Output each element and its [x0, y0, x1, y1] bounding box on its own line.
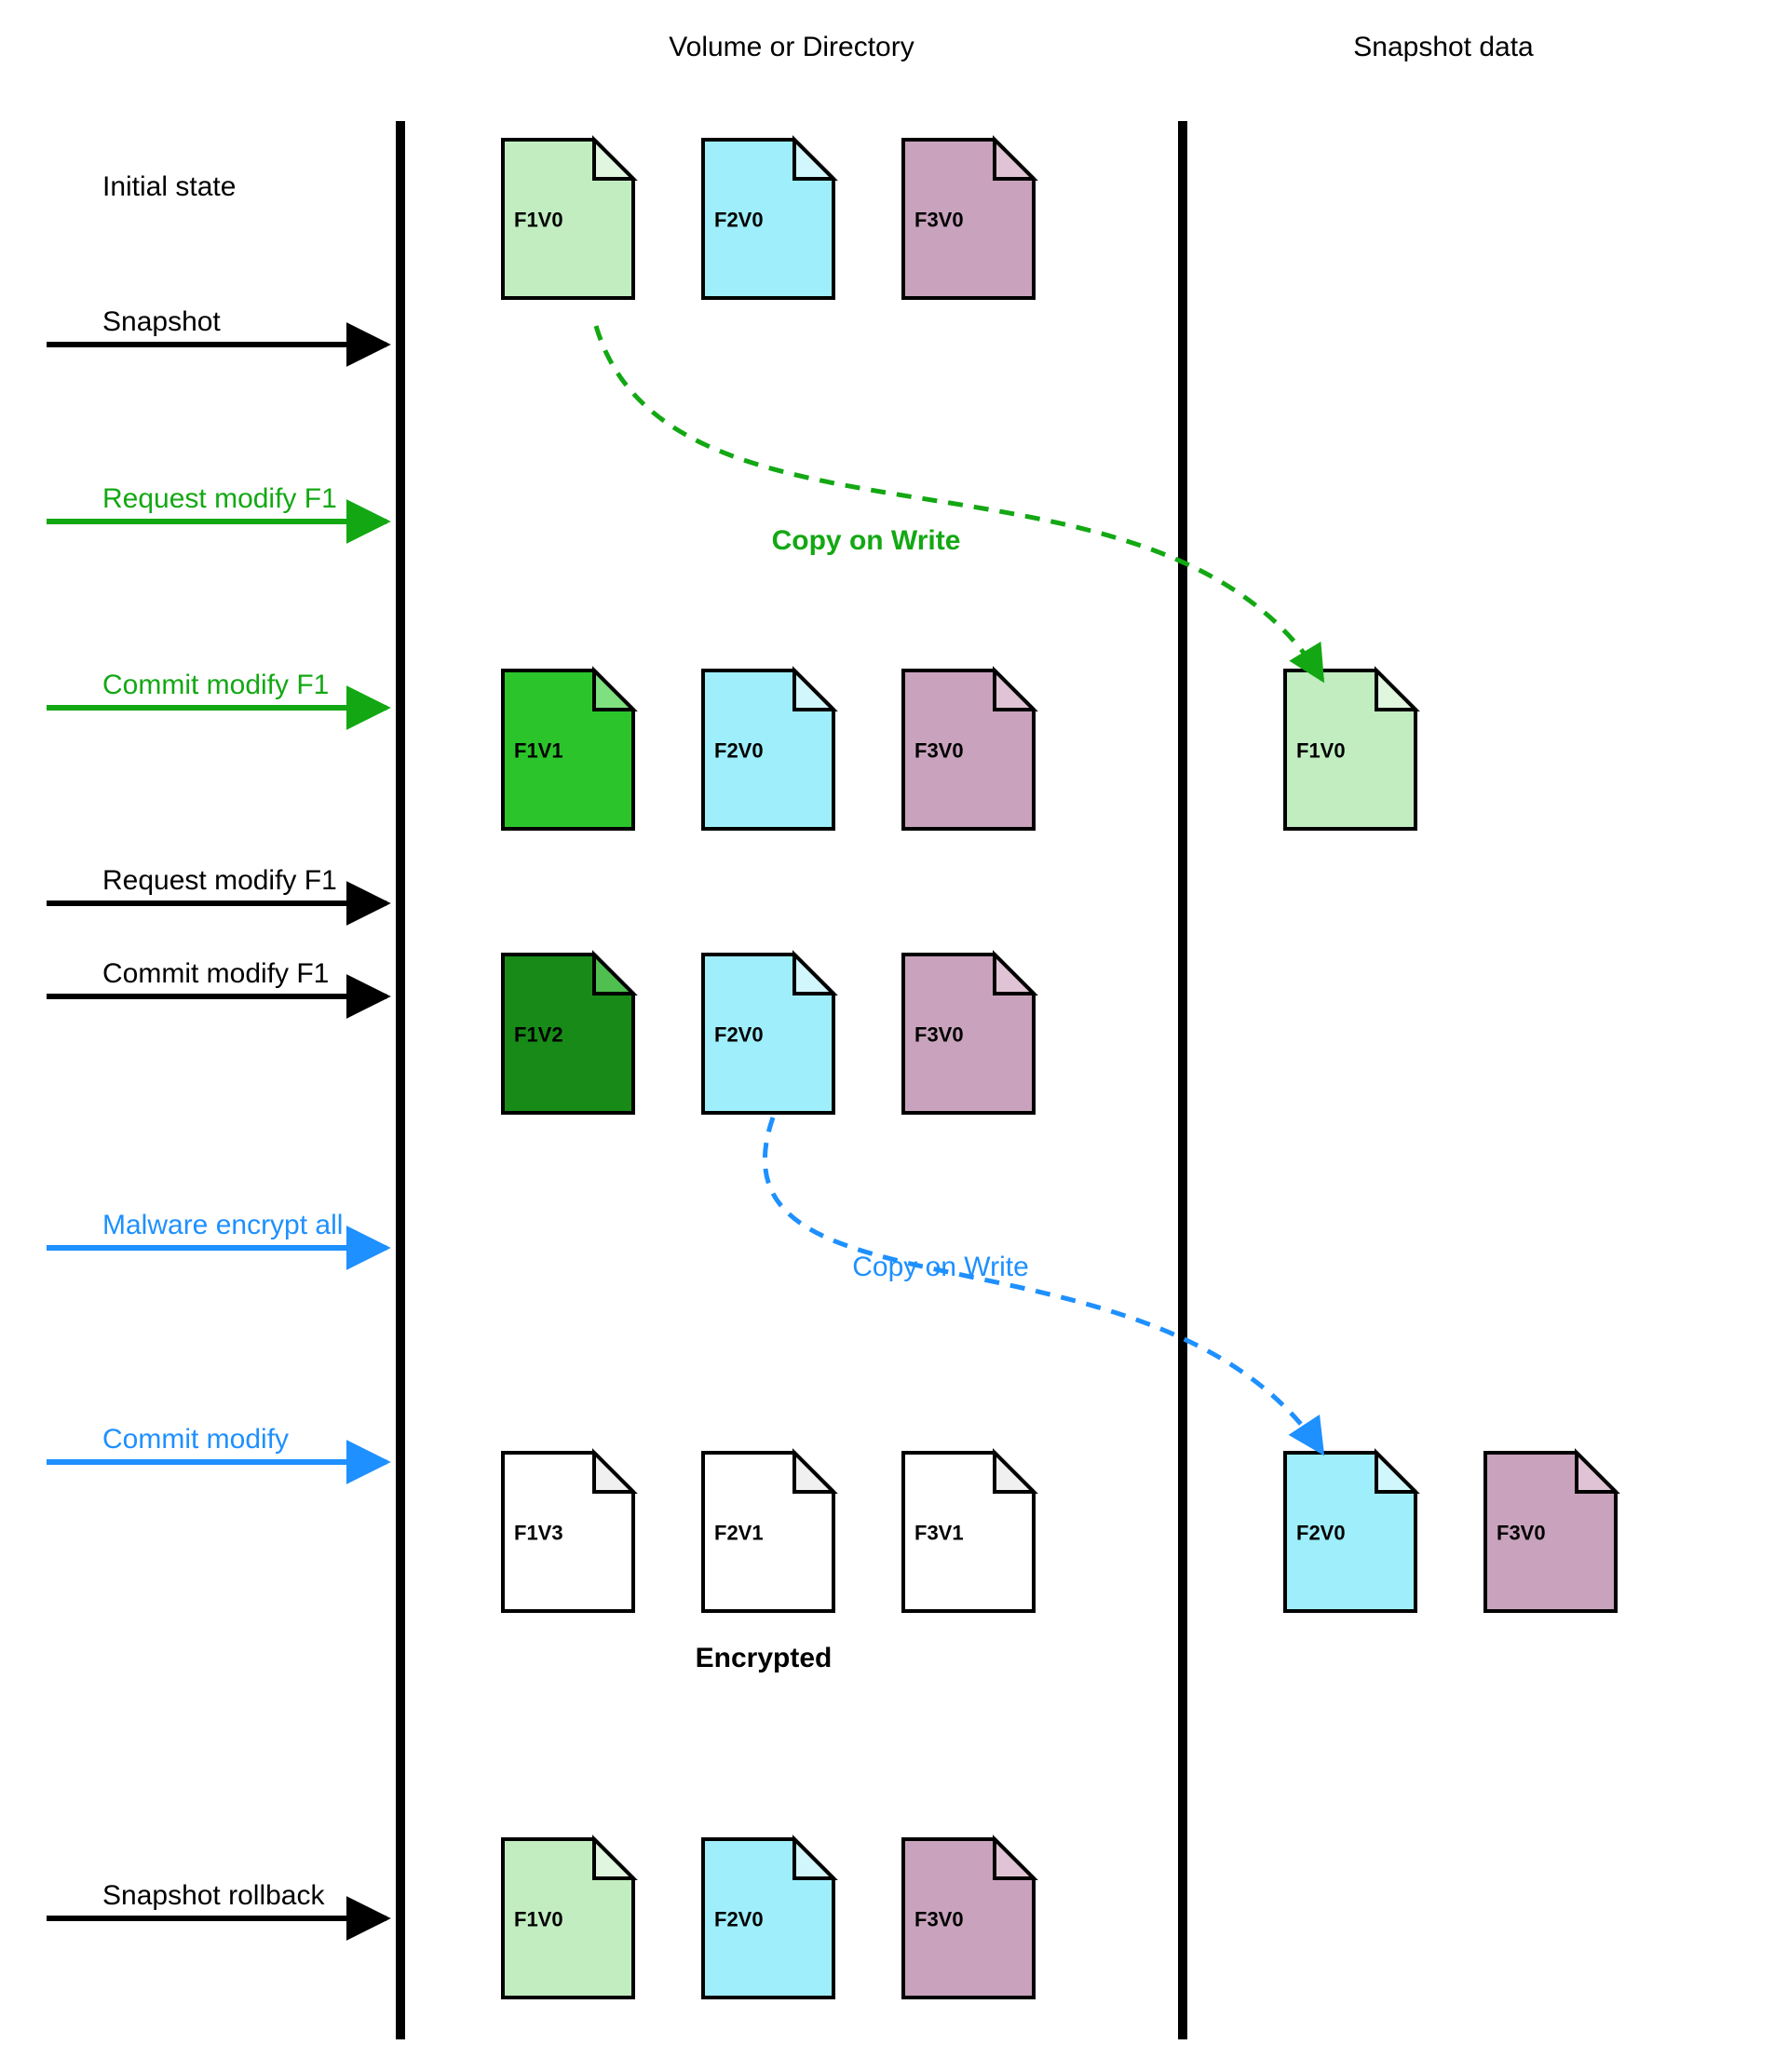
- cow-arrow-blue: [765, 1117, 1322, 1453]
- file-label: F2V0: [714, 209, 764, 232]
- event-snapshot: Snapshot: [102, 306, 221, 337]
- file-label: F3V0: [1497, 1522, 1546, 1545]
- file-F3V0: F3V0: [903, 955, 1034, 1113]
- file-F2V0: F2V0: [703, 1839, 833, 1998]
- file-F2V0: F2V0: [1285, 1453, 1416, 1611]
- file-F1V3: F1V3: [503, 1453, 633, 1611]
- cow-label-blue: Copy on Write: [852, 1252, 1029, 1282]
- event-req_mod_f1_a: Request modify F1: [102, 483, 337, 514]
- file-label: F1V0: [514, 209, 563, 232]
- file-F2V0: F2V0: [703, 140, 833, 298]
- file-label: F2V0: [714, 739, 764, 763]
- file-F2V0: F2V0: [703, 670, 833, 829]
- file-F3V0: F3V0: [903, 670, 1034, 829]
- file-label: F2V0: [1296, 1522, 1346, 1545]
- file-F1V0: F1V0: [1285, 670, 1416, 829]
- file-label: F3V0: [914, 1023, 964, 1047]
- file-row-commit1: F1V1 F2V0 F3V0: [503, 670, 1034, 829]
- header-volume: Volume or Directory: [669, 32, 914, 62]
- file-row-encrypted: F1V3 F2V1 F3V1: [503, 1453, 1034, 1611]
- event-commit_mod_f1_a: Commit modify F1: [102, 670, 329, 700]
- file-label: F2V0: [714, 1023, 764, 1047]
- file-label: F1V3: [514, 1522, 563, 1545]
- file-label: F2V0: [714, 1908, 764, 1931]
- event-column: Initial state Snapshot Request modify F1 Co…: [47, 171, 386, 1918]
- file-label: F3V1: [914, 1522, 964, 1545]
- file-row-snapshot1: F1V0: [1285, 670, 1416, 829]
- file-F1V1: F1V1: [503, 670, 633, 829]
- event-commit_modify: Commit modify: [102, 1424, 289, 1455]
- file-row-snapshot2: F2V0 F3V0: [1285, 1453, 1616, 1611]
- snapshot-diagram: Volume or Directory Snapshot data Initia…: [0, 0, 1788, 2072]
- file-label: F1V0: [514, 1908, 563, 1931]
- file-F3V0: F3V0: [903, 140, 1034, 298]
- file-label: F3V0: [914, 1908, 964, 1931]
- file-label: F2V1: [714, 1522, 764, 1545]
- file-F1V2: F1V2: [503, 955, 633, 1113]
- file-label: F1V1: [514, 739, 563, 763]
- header-snapshot: Snapshot data: [1353, 32, 1534, 62]
- cow-label-green: Copy on Write: [772, 525, 961, 556]
- encrypted-label: Encrypted: [696, 1643, 833, 1673]
- file-label: F1V2: [514, 1023, 563, 1047]
- event-initial: Initial state: [102, 171, 236, 202]
- file-F2V0: F2V0: [703, 955, 833, 1113]
- file-F3V0: F3V0: [1485, 1453, 1616, 1611]
- file-label: F1V0: [1296, 739, 1346, 763]
- cow-arrow-green: [596, 326, 1322, 680]
- file-label: F3V0: [914, 739, 964, 763]
- event-commit_mod_f1_b: Commit modify F1: [102, 958, 329, 989]
- file-F1V0: F1V0: [503, 1839, 633, 1998]
- event-malware: Malware encrypt all: [102, 1210, 343, 1240]
- file-row-rollback: F1V0 F2V0 F3V0: [503, 1839, 1034, 1998]
- file-row-commit2: F1V2 F2V0 F3V0: [503, 955, 1034, 1113]
- file-F2V1: F2V1: [703, 1453, 833, 1611]
- file-F1V0: F1V0: [503, 140, 633, 298]
- event-rollback: Snapshot rollback: [102, 1880, 325, 1911]
- event-req_mod_f1_b: Request modify F1: [102, 865, 337, 896]
- file-label: F3V0: [914, 209, 964, 232]
- file-F3V1: F3V1: [903, 1453, 1034, 1611]
- file-F3V0: F3V0: [903, 1839, 1034, 1998]
- file-row-initial: F1V0 F2V0 F3V0: [503, 140, 1034, 298]
